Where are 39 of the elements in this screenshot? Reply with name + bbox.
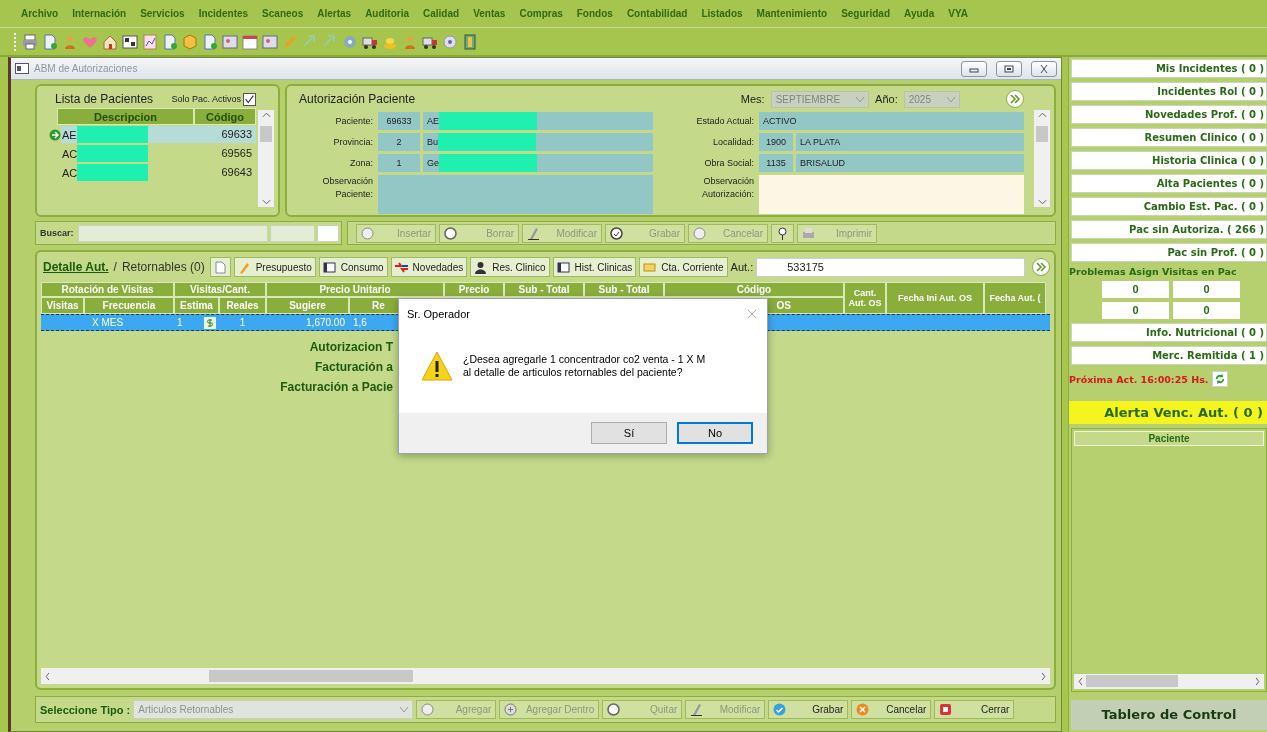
patient-name: AE — [62, 128, 77, 141]
section-title: Problemas Asign Visitas en Pac — [1069, 266, 1238, 277]
table-cell-text: 1,670.00 — [305, 317, 346, 328]
table-cell-text: 1 — [238, 317, 247, 328]
field-label: Zona: — [349, 157, 374, 170]
total-label: Autorizacion T — [309, 340, 393, 354]
patient-code: 69643 — [220, 165, 253, 180]
panel-title: Autorización Paciente — [299, 92, 417, 106]
patient-code: 69565 — [220, 146, 253, 161]
separator-text: / — [113, 260, 117, 274]
panel-title: Lista de Pacientes — [55, 92, 154, 106]
patient-name: AC — [62, 166, 78, 179]
field-label: Localidad: — [711, 136, 755, 149]
field-label: Provincia: — [332, 136, 374, 149]
patient-code: 69633 — [194, 126, 256, 143]
field-label: Año: — [875, 93, 898, 105]
table-cell-text: 1,6 — [352, 317, 368, 328]
field-label: Aut.: — [730, 261, 754, 273]
field-label: Obra Social: — [703, 157, 755, 170]
total-label: Facturación a — [314, 360, 393, 374]
count-field: 0 — [1102, 281, 1169, 298]
patient-name: AC — [62, 147, 78, 160]
table-cell: 1 — [177, 317, 183, 328]
table-cell-text: X MES — [90, 317, 125, 328]
checkbox-label: Solo Pac. Activos — [171, 94, 241, 104]
field-label: Seleccione Tipo : — [39, 703, 131, 716]
field-label: Paciente: — [334, 115, 374, 128]
total-label: Facturación a Pacie — [280, 380, 393, 394]
field-label: Mes: — [740, 93, 765, 105]
window-title: ABM de Autorizaciones — [34, 63, 139, 74]
field-label: Observación Paciente: — [321, 175, 374, 201]
count-field: 0 — [1173, 281, 1240, 298]
field-label: Buscar: — [39, 228, 75, 238]
next-update-text: Próxima Act. 16:00:25 Hs. — [1069, 373, 1209, 385]
dialog-message: ¿Desea agregarle 1 concentrador co2 venta - 1 X M al detalle de articulos retornables del paciente? — [463, 353, 706, 379]
field-label: Observación Autorización: — [700, 175, 755, 201]
count-field: 0 — [1102, 302, 1169, 319]
field-label: Estado Actual: — [695, 115, 755, 128]
count-field: 0 — [1173, 302, 1240, 319]
